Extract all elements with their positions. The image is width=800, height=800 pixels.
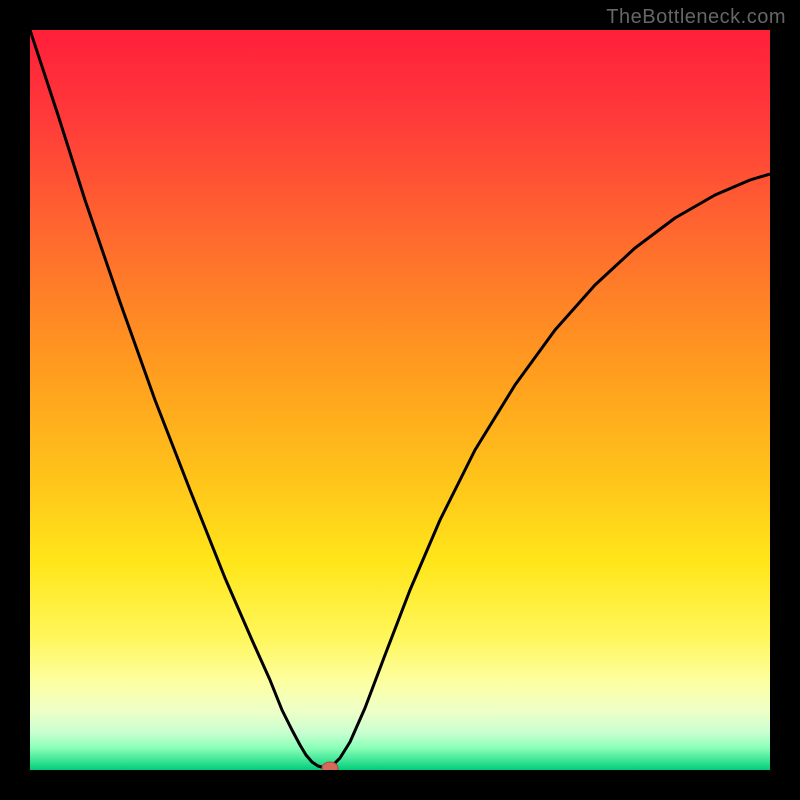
gradient-background [30,30,770,770]
chart-svg [30,30,770,770]
minimum-marker [322,762,338,770]
plot-area [30,30,770,770]
chart-frame: TheBottleneck.com [0,0,800,800]
watermark-text: TheBottleneck.com [606,6,786,29]
